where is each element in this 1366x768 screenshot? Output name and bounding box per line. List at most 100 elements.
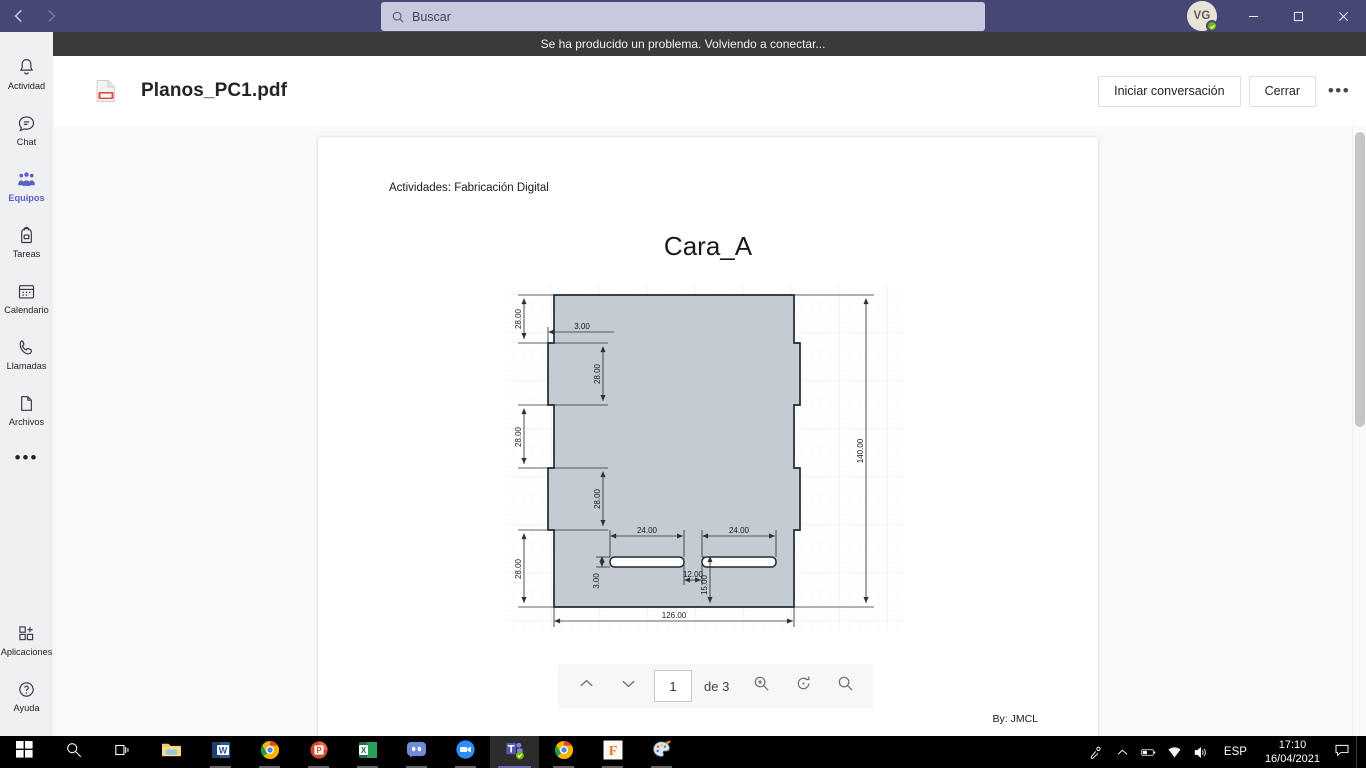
- slot-right: [701, 556, 777, 568]
- excel-button[interactable]: X: [343, 736, 392, 768]
- dim-15-slot-bottom: 15.00: [700, 574, 709, 595]
- chrome-icon: [554, 740, 574, 765]
- rotate-icon: [794, 674, 813, 698]
- back-button[interactable]: [10, 7, 28, 25]
- maximize-button[interactable]: [1276, 0, 1321, 32]
- search-bar[interactable]: Buscar: [381, 2, 985, 31]
- speaker-icon[interactable]: [1188, 736, 1214, 768]
- previous-page-button[interactable]: [566, 669, 606, 703]
- teams-icon: [504, 739, 525, 765]
- svg-text:P: P: [316, 746, 322, 755]
- windows-taskbar: W P X F ESP 17:10 16/04/2021: [0, 736, 1366, 768]
- zoom-in-icon: [752, 674, 771, 698]
- sidebar-item-calendario[interactable]: Calendario: [0, 270, 53, 326]
- dim-28-left-bottom: 28.00: [514, 558, 523, 579]
- next-page-button[interactable]: [608, 669, 648, 703]
- system-tray: ESP 17:10 16/04/2021: [1084, 736, 1366, 768]
- rotate-button[interactable]: [783, 669, 823, 703]
- show-hidden-icons-icon[interactable]: [1110, 736, 1136, 768]
- search-document-button[interactable]: [825, 669, 865, 703]
- task-view-button[interactable]: [98, 736, 147, 768]
- minimize-button[interactable]: [1231, 0, 1276, 32]
- svg-text:F: F: [608, 744, 617, 759]
- sidebar-label: Chat: [16, 136, 37, 147]
- sidebar-item-aplicaciones[interactable]: Aplicaciones: [0, 612, 53, 668]
- sidebar-label: Calendario: [4, 304, 49, 315]
- page-title: Planos_PC1.pdf: [141, 80, 288, 101]
- action-center-button[interactable]: [1328, 736, 1356, 768]
- titlebar-right: VG: [1187, 0, 1366, 32]
- folder-icon: [161, 740, 182, 764]
- calendar-icon: [16, 281, 37, 303]
- zoom-in-button[interactable]: [741, 669, 781, 703]
- sidebar-label: Aplicaciones: [0, 646, 53, 657]
- dim-3-slot-thickness: 3.00: [592, 573, 601, 589]
- close-button[interactable]: [1321, 0, 1366, 32]
- chrome-button[interactable]: [245, 736, 294, 768]
- technical-drawing: 28.00 3.00 28.00 28.00 28.00 28.00 24.00…: [504, 285, 904, 630]
- paint-button[interactable]: [637, 736, 686, 768]
- magnifier-icon: [836, 674, 855, 698]
- sidebar-label: Llamadas: [6, 360, 47, 371]
- vertical-scrollbar[interactable]: [1352, 126, 1366, 736]
- teams-people-icon: [16, 169, 37, 191]
- pdf-toolbar: 1 de 3: [558, 664, 874, 708]
- reconnect-banner: Se ha producido un problema. Volviendo a…: [0, 32, 1366, 56]
- scrollbar-thumb[interactable]: [1355, 132, 1365, 427]
- sidebar-item-actividad[interactable]: Actividad: [0, 46, 53, 102]
- banner-message: Se ha producido un problema. Volviendo a…: [540, 37, 826, 51]
- wifi-icon[interactable]: [1162, 736, 1188, 768]
- discord-icon: [406, 739, 427, 765]
- clock-time: 17:10: [1278, 739, 1307, 751]
- sidebar-label: Archivos: [8, 416, 45, 427]
- dim-28-inner-lower: 28.00: [593, 488, 602, 509]
- powerpoint-button[interactable]: P: [294, 736, 343, 768]
- excel-icon: X: [358, 740, 378, 765]
- windows-logo-icon: [16, 741, 33, 763]
- windows-ink-icon[interactable]: [1084, 736, 1110, 768]
- discord-button[interactable]: [392, 736, 441, 768]
- more-options-button[interactable]: •••: [1324, 76, 1354, 106]
- microsoft-teams-button[interactable]: [490, 736, 539, 768]
- page-number-input[interactable]: 1: [654, 670, 692, 702]
- pdf-file-icon: [95, 79, 117, 103]
- sidebar-item-ayuda[interactable]: Ayuda: [0, 668, 53, 724]
- sidebar-item-tareas[interactable]: Tareas: [0, 214, 53, 270]
- taskbar-search-button[interactable]: [49, 736, 98, 768]
- search-icon: [391, 10, 405, 24]
- drawing-svg: 28.00 3.00 28.00 28.00 28.00 28.00 24.00…: [504, 285, 904, 630]
- presence-available-icon: [1206, 20, 1218, 32]
- battery-icon[interactable]: [1136, 736, 1162, 768]
- start-conversation-button[interactable]: Iniciar conversación: [1098, 75, 1241, 107]
- pdf-page: Actividades: Fabricación Digital Cara_A: [318, 137, 1098, 736]
- magnifier-icon: [65, 741, 83, 764]
- powerpoint-icon: P: [309, 740, 329, 765]
- sidebar-item-chat[interactable]: Chat: [0, 102, 53, 158]
- svg-text:X: X: [360, 746, 366, 755]
- slot-left: [609, 556, 685, 568]
- page-count-label: de 3: [704, 678, 730, 694]
- close-file-button[interactable]: Cerrar: [1248, 75, 1316, 107]
- sidebar-item-equipos[interactable]: Equipos: [0, 158, 53, 214]
- fusion-icon: F: [602, 739, 624, 766]
- sidebar-item-llamadas[interactable]: Llamadas: [0, 326, 53, 382]
- clock[interactable]: 17:10 16/04/2021: [1257, 738, 1328, 766]
- sidebar-item-archivos[interactable]: Archivos: [0, 382, 53, 438]
- fusion360-button[interactable]: F: [588, 736, 637, 768]
- chevron-down-icon: [619, 674, 638, 698]
- language-indicator[interactable]: ESP: [1214, 746, 1257, 758]
- start-button[interactable]: [0, 736, 49, 768]
- avatar[interactable]: VG: [1187, 1, 1218, 32]
- show-desktop-button[interactable]: [1356, 736, 1362, 768]
- search-input[interactable]: Buscar: [412, 10, 451, 24]
- nav-arrows: [10, 7, 70, 25]
- zoom-button[interactable]: [441, 736, 490, 768]
- forward-button[interactable]: [42, 7, 60, 25]
- chrome-window-button[interactable]: [539, 736, 588, 768]
- sidebar-more-apps-button[interactable]: •••: [15, 438, 39, 478]
- sidebar-label: Equipos: [8, 192, 45, 203]
- file-explorer-button[interactable]: [147, 736, 196, 768]
- title-bar: Buscar VG: [0, 0, 1366, 32]
- notification-icon: [1334, 742, 1350, 763]
- word-button[interactable]: W: [196, 736, 245, 768]
